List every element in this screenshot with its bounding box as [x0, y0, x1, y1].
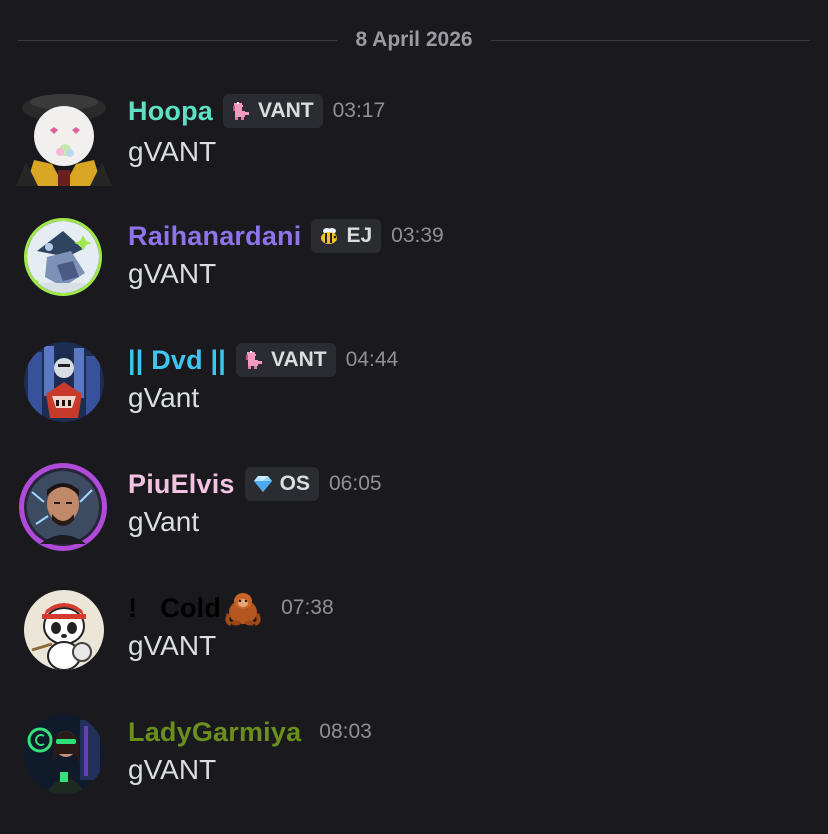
guild-tag[interactable]: VANT — [236, 343, 336, 377]
message-header: Raihanardani EJ 03:39 — [128, 218, 444, 254]
username[interactable]: Hoopa — [128, 96, 213, 127]
message-item[interactable]: ! Cold 07:38 gVANT — [0, 590, 828, 700]
timestamp[interactable]: 06:05 — [329, 472, 382, 496]
orangutan-emoji — [223, 590, 263, 626]
avatar[interactable] — [16, 92, 112, 186]
timestamp[interactable]: 03:17 — [333, 99, 386, 123]
message-header: Hoopa VANT 03:17 — [128, 93, 385, 129]
timestamp[interactable]: 03:39 — [391, 224, 444, 248]
avatar[interactable] — [24, 714, 104, 794]
message-header: PiuElvis OS 06:05 — [128, 466, 382, 502]
guild-tag-label: VANT — [258, 99, 314, 122]
message-header: || Dvd || VANT 04:44 — [128, 342, 398, 378]
message-content: gVant — [128, 506, 200, 537]
guild-tag-label: VANT — [271, 348, 327, 371]
avatar[interactable] — [24, 342, 104, 422]
username[interactable]: PiuElvis — [128, 469, 235, 500]
timestamp[interactable]: 08:03 — [319, 720, 372, 744]
bee-icon — [317, 224, 341, 248]
guild-tag[interactable]: EJ — [311, 219, 382, 253]
timestamp[interactable]: 07:38 — [281, 596, 334, 620]
avatar[interactable] — [24, 218, 102, 296]
message-content: gVANT — [128, 258, 217, 289]
divider-line-right — [490, 39, 810, 41]
message-item[interactable]: PiuElvis OS 06:05 gVant — [0, 463, 828, 576]
avatar[interactable] — [24, 590, 104, 670]
guild-tag[interactable]: VANT — [223, 94, 323, 128]
username[interactable]: Raihanardani — [128, 221, 301, 252]
message-item[interactable]: || Dvd || VANT 04:44 gVant — [0, 342, 828, 452]
username[interactable]: || Dvd || — [128, 345, 226, 376]
chat-view: 8 April 2026 Hoopa VANT 03:17 gVANT Raih… — [0, 0, 828, 834]
message-item[interactable]: Hoopa VANT 03:17 gVANT — [0, 92, 828, 202]
guild-tag-label: OS — [279, 472, 310, 495]
message-item[interactable]: Raihanardani EJ 03:39 gVANT — [0, 218, 828, 328]
guild-tag[interactable]: OS — [244, 467, 319, 501]
pink-dino-icon — [229, 99, 253, 123]
message-content: gVANT — [128, 630, 217, 661]
message-content: gVANT — [128, 136, 217, 167]
pink-dino-icon — [242, 348, 266, 372]
message-content: gVant — [128, 382, 200, 413]
message-content: gVANT — [128, 754, 217, 785]
message-header: ! Cold 07:38 — [128, 590, 334, 626]
message-header: LadyGarmiya 08:03 — [128, 714, 372, 750]
username[interactable]: ! Cold — [128, 593, 221, 624]
date-divider: 8 April 2026 — [18, 26, 810, 54]
date-divider-label: 8 April 2026 — [355, 28, 473, 51]
username[interactable]: LadyGarmiya — [128, 717, 301, 748]
divider-line-left — [18, 39, 338, 41]
message-item[interactable]: LadyGarmiya 08:03 gVANT — [0, 714, 828, 824]
avatar[interactable] — [18, 462, 108, 552]
guild-tag-label: EJ — [346, 224, 373, 247]
timestamp[interactable]: 04:44 — [346, 348, 399, 372]
diamond-icon — [251, 472, 275, 496]
